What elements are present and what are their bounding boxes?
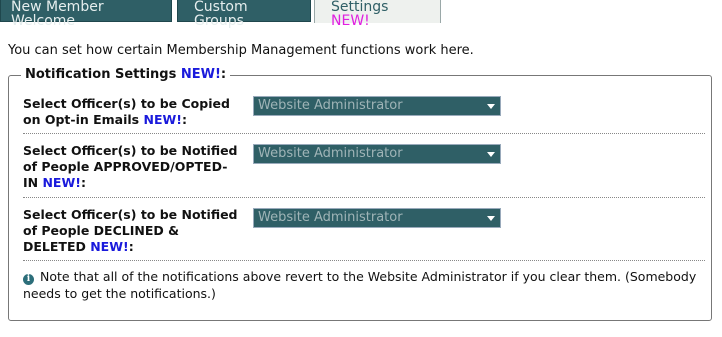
chevron-down-icon xyxy=(487,216,495,221)
note-text: Note that all of the notifications above… xyxy=(23,269,697,301)
new-badge: NEW! xyxy=(143,112,182,127)
select-value: Website Administrator xyxy=(258,210,403,225)
info-icon: i xyxy=(23,274,34,285)
row-label-text: Select Officer(s) to be Copied on Opt-in… xyxy=(23,96,230,127)
notification-settings-fieldset: Notification Settings NEW!: Select Offic… xyxy=(8,67,712,321)
row-label: Select Officer(s) to be Notified of Peop… xyxy=(23,143,241,191)
row-label-suffix: : xyxy=(128,239,134,254)
legend-suffix: : xyxy=(220,67,227,82)
chevron-down-icon xyxy=(487,152,495,157)
row-label: Select Officer(s) to be Copied on Opt-in… xyxy=(23,96,241,128)
row-divider xyxy=(23,260,705,261)
tab-label: Custom Groups xyxy=(194,0,248,29)
select-value: Website Administrator xyxy=(258,146,403,161)
new-badge: NEW! xyxy=(90,239,129,254)
declined-notify-officer-select[interactable]: Website Administrator xyxy=(253,208,501,228)
revert-note: i Note that all of the notifications abov… xyxy=(23,268,703,302)
legend-label: Notification Settings xyxy=(25,67,181,82)
tab-bar: New Member Welcome Custom Groups Setting… xyxy=(0,0,722,28)
approved-notify-officer-select[interactable]: Website Administrator xyxy=(253,144,501,164)
new-badge: NEW! xyxy=(180,67,221,82)
tab-new-member-welcome[interactable]: New Member Welcome xyxy=(0,0,172,28)
intro-text: You can set how certain Membership Manag… xyxy=(8,43,474,58)
fieldset-legend: Notification Settings NEW!: xyxy=(21,67,231,83)
tab-custom-groups[interactable]: Custom Groups xyxy=(177,0,311,28)
optin-copy-officer-select[interactable]: Website Administrator xyxy=(253,96,501,116)
select-value: Website Administrator xyxy=(258,98,403,113)
chevron-down-icon xyxy=(487,104,495,109)
row-label-suffix: : xyxy=(80,175,86,190)
row-label: Select Officer(s) to be Notified of Peop… xyxy=(23,207,241,255)
new-badge: NEW! xyxy=(42,175,81,190)
row-label-suffix: : xyxy=(181,112,187,127)
row-divider xyxy=(23,197,705,198)
new-badge: NEW! xyxy=(331,13,370,29)
row-divider xyxy=(23,133,705,134)
tab-settings[interactable]: Settings NEW! xyxy=(314,0,441,28)
tab-label: New Member Welcome xyxy=(11,0,104,29)
